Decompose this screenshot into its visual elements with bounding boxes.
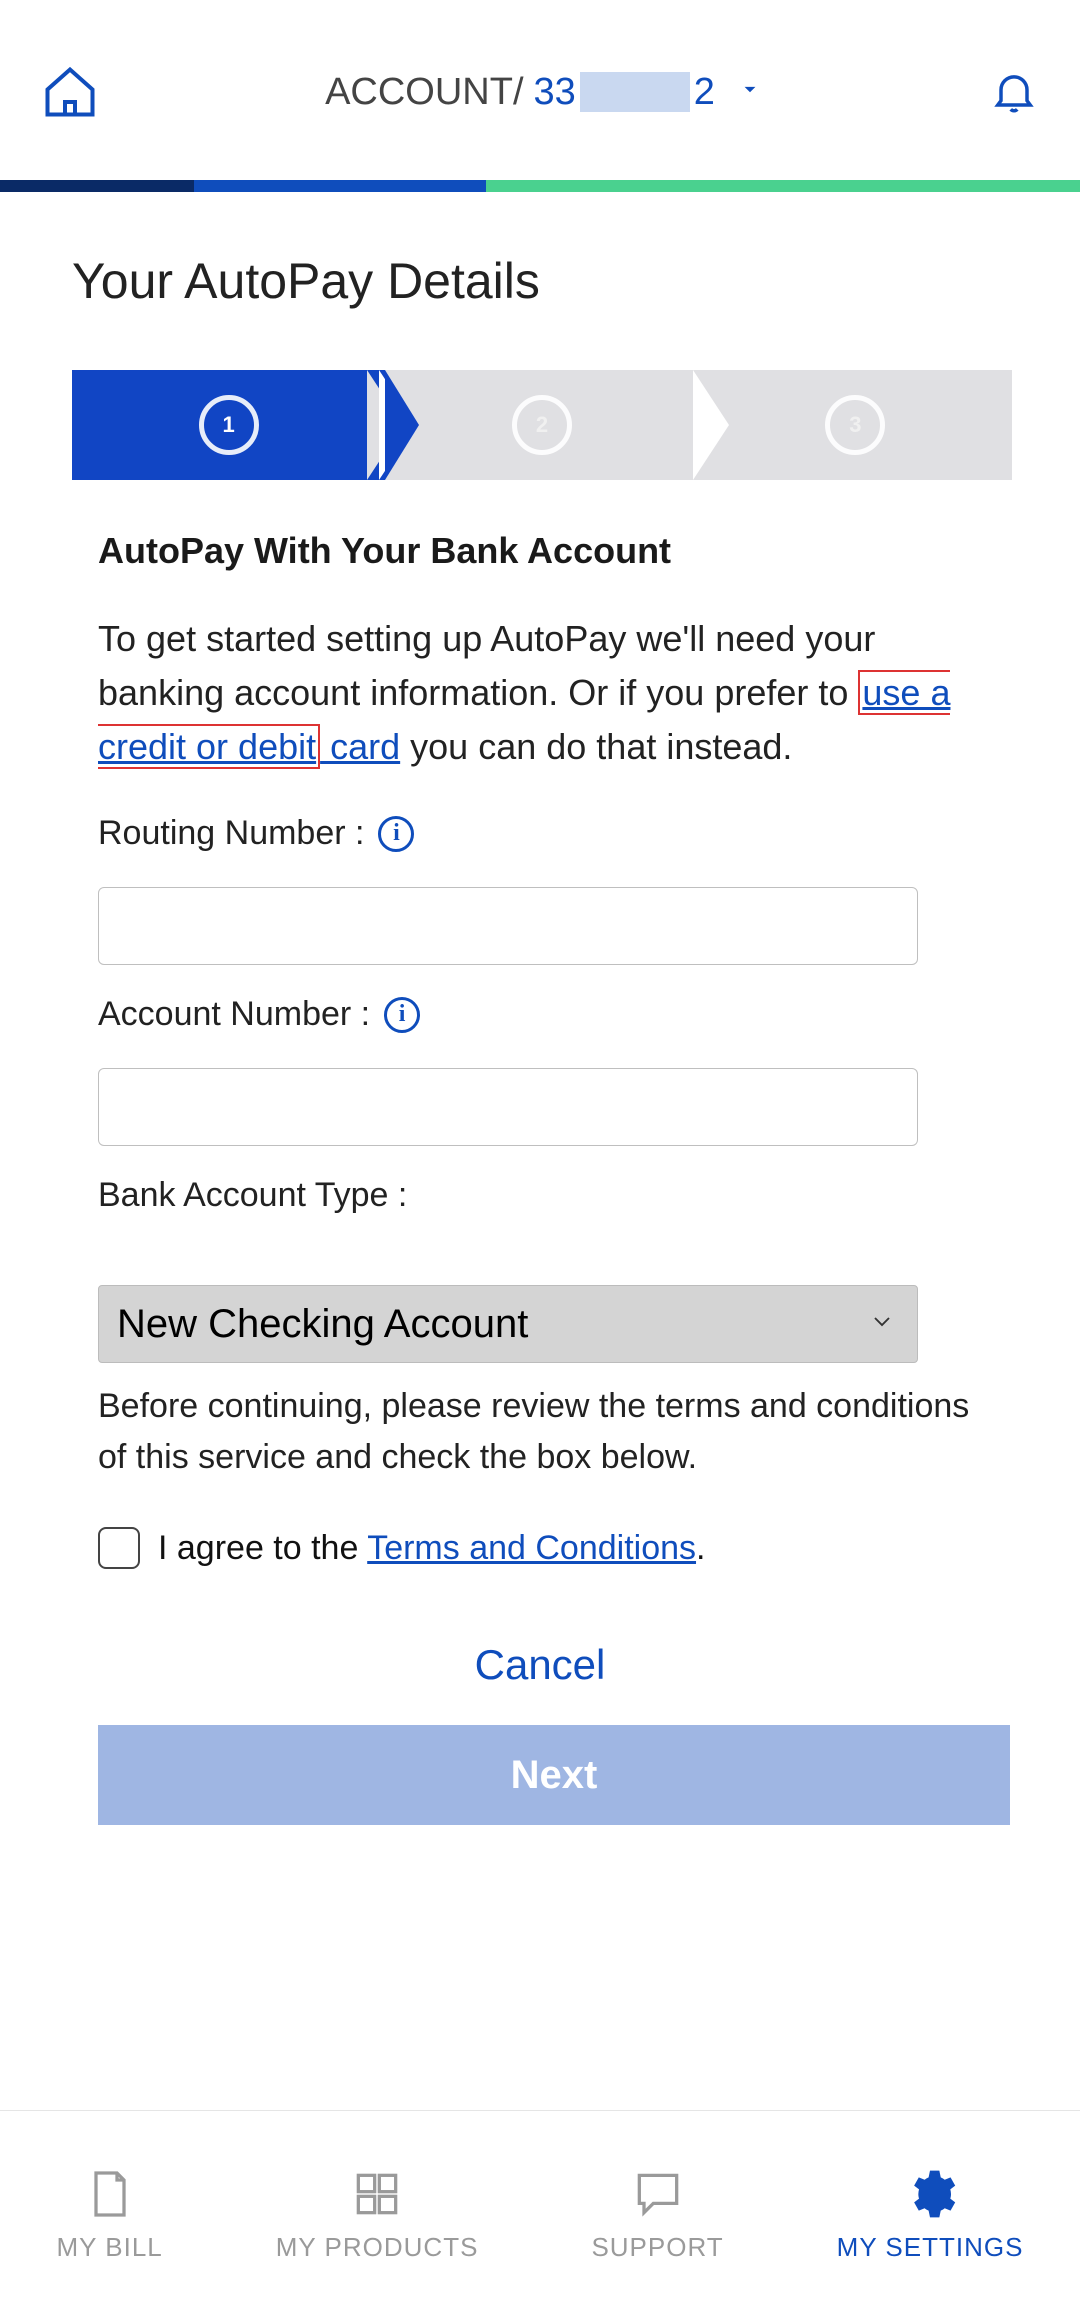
agree-post: . — [696, 1529, 705, 1567]
nav-label: MY SETTINGS — [837, 2232, 1024, 2263]
chevron-down-icon — [737, 76, 763, 109]
notifications-icon[interactable] — [988, 66, 1040, 118]
nav-label: MY PRODUCTS — [276, 2232, 479, 2263]
account-number-label: Account Number : i — [98, 995, 982, 1034]
account-number-masked — [580, 72, 690, 112]
document-icon — [82, 2166, 138, 2222]
bank-account-type-select[interactable]: New Checking Account — [98, 1285, 918, 1363]
step-3-circle: 3 — [825, 395, 885, 455]
terms-link[interactable]: Terms and Conditions — [367, 1529, 696, 1567]
intro-pre: To get started setting up AutoPay we'll … — [98, 618, 875, 713]
nav-my-settings[interactable]: MY SETTINGS — [837, 2166, 1024, 2263]
account-label-text: Account Number : — [98, 995, 370, 1034]
bottom-nav: MY BILL MY PRODUCTS SUPPORT MY SETTINGS — [0, 2110, 1080, 2300]
step-2-circle: 2 — [512, 395, 572, 455]
info-icon[interactable]: i — [384, 997, 420, 1033]
step-1-circle: 1 — [199, 395, 259, 455]
terms-note: Before continuing, please review the ter… — [98, 1381, 982, 1483]
account-number: 33 2 — [534, 71, 715, 114]
agree-pre: I agree to the — [158, 1529, 367, 1567]
info-icon[interactable]: i — [378, 816, 414, 852]
use-card-link-rest[interactable]: card — [320, 726, 400, 767]
agree-text: I agree to the Terms and Conditions. — [158, 1529, 705, 1568]
header: ACCOUNT/ 33 2 — [0, 0, 1080, 180]
step-3: 3 — [699, 370, 1012, 480]
step-indicator: 1 2 3 — [72, 370, 1012, 480]
page-title: Your AutoPay Details — [72, 252, 1008, 310]
step-1: 1 — [72, 370, 385, 480]
routing-number-input[interactable] — [98, 887, 918, 965]
nav-my-products[interactable]: MY PRODUCTS — [276, 2166, 479, 2263]
bank-type-label-text: Bank Account Type : — [98, 1176, 407, 1215]
autopay-form: AutoPay With Your Bank Account To get st… — [72, 530, 1008, 1825]
account-number-prefix: 33 — [534, 71, 576, 114]
agree-checkbox[interactable] — [98, 1527, 140, 1569]
nav-support[interactable]: SUPPORT — [591, 2166, 723, 2263]
next-button[interactable]: Next — [98, 1725, 1010, 1825]
agree-row: I agree to the Terms and Conditions. — [98, 1527, 982, 1569]
routing-label-text: Routing Number : — [98, 814, 364, 853]
step-2: 2 — [385, 370, 698, 480]
account-number-input[interactable] — [98, 1068, 918, 1146]
section-title: AutoPay With Your Bank Account — [98, 530, 982, 572]
accent-bar — [0, 180, 1080, 192]
main-content: Your AutoPay Details 1 2 3 AutoPay With … — [0, 192, 1080, 2110]
chat-icon — [630, 2166, 686, 2222]
intro-post: you can do that instead. — [400, 726, 792, 767]
nav-label: MY BILL — [57, 2232, 163, 2263]
account-label-prefix: ACCOUNT/ — [325, 71, 523, 114]
account-selector[interactable]: ACCOUNT/ 33 2 — [325, 71, 763, 114]
account-number-suffix: 2 — [694, 71, 715, 114]
bank-account-type-select-wrap: New Checking Account — [98, 1285, 918, 1363]
home-icon[interactable] — [40, 62, 100, 122]
cancel-button[interactable]: Cancel — [98, 1641, 982, 1689]
gear-icon — [902, 2166, 958, 2222]
nav-my-bill[interactable]: MY BILL — [57, 2166, 163, 2263]
grid-icon — [349, 2166, 405, 2222]
bank-account-type-label: Bank Account Type : — [98, 1176, 982, 1215]
routing-number-label: Routing Number : i — [98, 814, 982, 853]
intro-text: To get started setting up AutoPay we'll … — [98, 612, 982, 774]
nav-label: SUPPORT — [591, 2232, 723, 2263]
